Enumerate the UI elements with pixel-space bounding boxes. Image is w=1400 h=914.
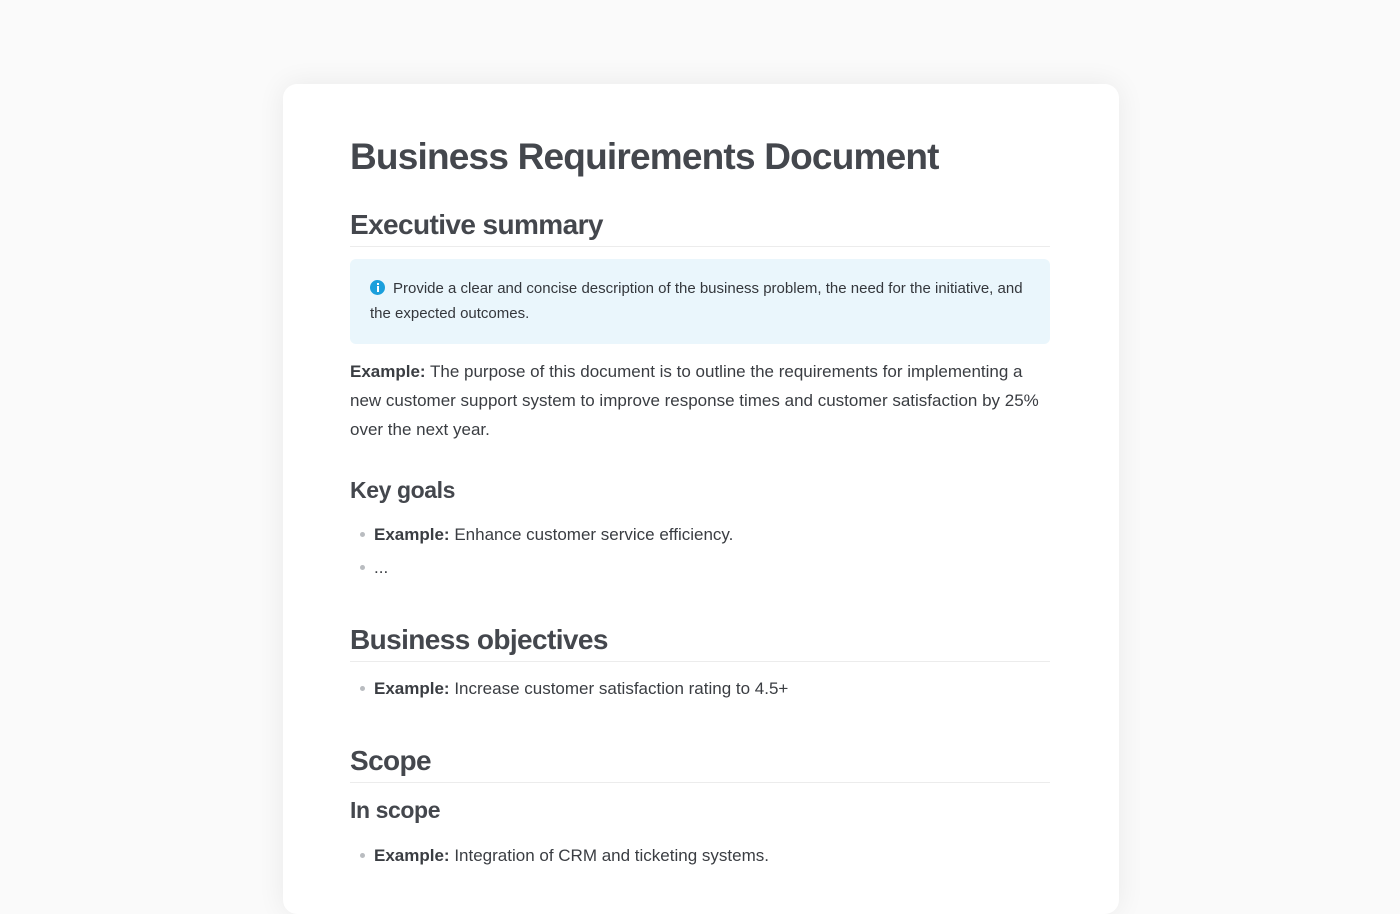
item-label: Example: <box>374 846 450 865</box>
list-item: Example: Enhance customer service effici… <box>350 518 733 551</box>
callout-text: Provide a clear and concise description … <box>370 280 1023 322</box>
in-scope-list: Example: Integration of CRM and ticketin… <box>350 839 769 872</box>
info-icon <box>370 280 385 295</box>
item-label: Example: <box>374 525 450 544</box>
example-text: The purpose of this document is to outli… <box>350 362 1039 439</box>
section-heading-executive-summary: Executive summary <box>350 209 1050 247</box>
bullet-icon <box>360 686 365 691</box>
key-goals-list: Example: Enhance customer service effici… <box>350 518 733 584</box>
example-label: Example: <box>350 362 426 381</box>
list-item: Example: Integration of CRM and ticketin… <box>350 839 769 872</box>
section-heading-business-objectives: Business objectives <box>350 624 1050 662</box>
item-text: Enhance customer service efficiency. <box>449 525 734 544</box>
info-callout: Provide a clear and concise description … <box>350 259 1050 344</box>
item-text: Increase customer satisfaction rating to… <box>449 679 789 698</box>
item-text: ... <box>374 558 389 577</box>
list-item: Example: Increase customer satisfaction … <box>350 672 788 705</box>
item-text: Integration of CRM and ticketing systems… <box>449 846 769 865</box>
bullet-icon <box>360 532 365 537</box>
section-heading-scope: Scope <box>350 745 1050 783</box>
bullet-icon <box>360 565 365 570</box>
executive-summary-example: Example: The purpose of this document is… <box>350 357 1050 444</box>
list-item: ... <box>350 551 733 584</box>
business-objectives-list: Example: Increase customer satisfaction … <box>350 672 788 705</box>
bullet-icon <box>360 853 365 858</box>
document-title: Business Requirements Document <box>350 136 940 177</box>
document-page: Business Requirements Document Executive… <box>283 84 1119 914</box>
section-heading-key-goals: Key goals <box>350 477 456 503</box>
section-heading-in-scope: In scope <box>350 797 441 823</box>
item-label: Example: <box>374 679 450 698</box>
